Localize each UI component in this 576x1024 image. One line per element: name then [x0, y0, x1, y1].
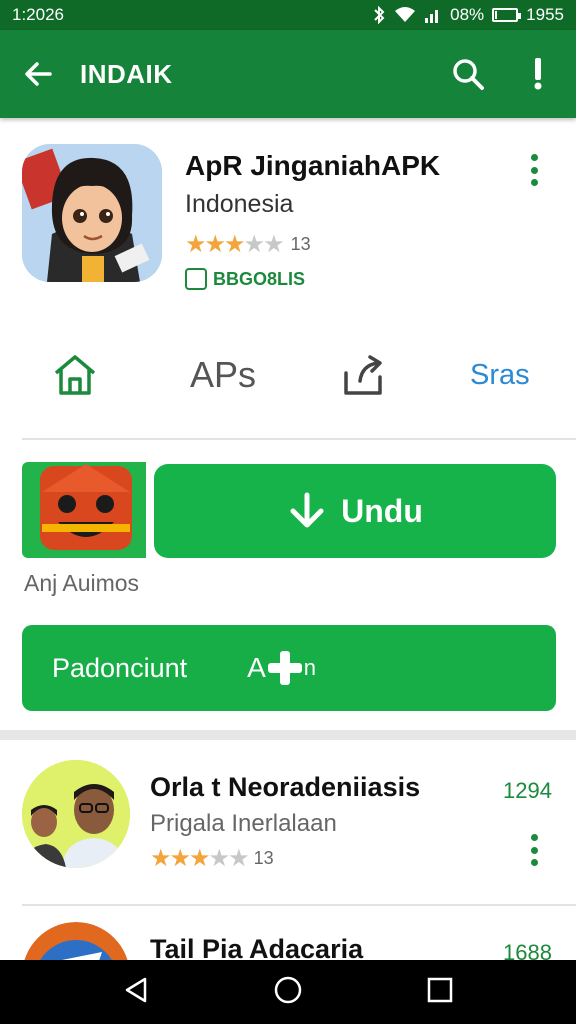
- avatar: [22, 922, 130, 960]
- apps-action[interactable]: APs: [190, 350, 256, 400]
- actions-row: APs Sras: [0, 332, 576, 422]
- more-dot: [530, 859, 538, 866]
- status-icons: 08% 1955: [372, 5, 564, 25]
- wifi-icon: [395, 7, 416, 22]
- status-right-text: 1955: [526, 5, 564, 24]
- star-filled-icon: ★: [169, 845, 191, 872]
- app-developer: Indonesia: [185, 190, 294, 218]
- avatar: [22, 760, 130, 868]
- divider: [22, 438, 576, 440]
- nav-home-button[interactable]: [273, 975, 303, 1010]
- battery-level: [495, 11, 497, 19]
- share-icon: [344, 355, 382, 395]
- search-button[interactable]: [446, 52, 490, 96]
- item-subtitle: Prigala Inerlalaan: [150, 810, 337, 837]
- app-icon: [22, 144, 162, 282]
- nav-home-icon: [274, 976, 302, 1003]
- signal-icon: [425, 10, 439, 23]
- section-divider: [0, 730, 576, 740]
- thumb-caption: Anj Auimos: [24, 570, 140, 596]
- avatar-image: [22, 760, 130, 868]
- status-time: 1:2026: [12, 5, 64, 24]
- app-more-button[interactable]: [522, 152, 546, 188]
- app-header: ApR JinganiahAPK Indonesia ★★★★★ 13 BBGO…: [0, 128, 576, 308]
- home-icon: [54, 355, 96, 395]
- star-empty-icon: ★: [263, 231, 284, 258]
- item-title: Tail Pia Adacaria: [150, 934, 364, 960]
- battery-percent: 08%: [450, 5, 485, 24]
- alert-button[interactable]: [516, 52, 560, 96]
- home-action[interactable]: [52, 350, 98, 400]
- game-mascot-image: [40, 464, 132, 550]
- page-title: INDAIK: [80, 58, 173, 89]
- app-badge: BBGO8LIS: [185, 268, 305, 290]
- star-filled-icon: ★: [189, 845, 210, 872]
- star-empty-icon: ★: [228, 845, 249, 872]
- star-filled-icon: ★: [185, 231, 206, 258]
- rating-stars: ★★★★★: [185, 230, 285, 259]
- download-icon: [290, 492, 324, 528]
- back-button[interactable]: [16, 52, 60, 96]
- secondary-add: A n: [247, 649, 316, 687]
- item-count: 1294: [503, 778, 552, 803]
- star-filled-icon: ★: [224, 231, 245, 258]
- avatar-image: [24, 922, 128, 960]
- badge-text: BBGO8LIS: [213, 268, 306, 289]
- nav-recents-icon: [427, 977, 453, 1002]
- list-item[interactable]: Tail Pia Adacaria 1688: [0, 922, 576, 960]
- star-empty-icon: ★: [243, 231, 265, 258]
- item-rating: ★★★★★ 13: [150, 844, 274, 873]
- system-nav-bar: [0, 960, 576, 1024]
- add-icon: [267, 651, 302, 685]
- download-button[interactable]: Undu: [154, 464, 556, 558]
- nav-back-icon: [125, 977, 147, 1002]
- star-filled-icon: ★: [150, 845, 171, 872]
- secondary-button[interactable]: Padonciunt A n: [22, 625, 556, 711]
- divider: [22, 904, 576, 906]
- app-name: ApR JinganiahAPK: [185, 150, 441, 181]
- back-arrow-icon: [25, 62, 52, 86]
- share-action[interactable]: [340, 350, 388, 400]
- download-thumb[interactable]: [22, 462, 146, 558]
- rating-count: 13: [253, 848, 274, 868]
- download-label: Undu: [341, 492, 423, 529]
- star-filled-icon: ★: [204, 231, 226, 258]
- item-title: Orla t Neoradeniiasis: [150, 772, 421, 802]
- list-item[interactable]: Orla t Neoradeniiasis Prigala Inerlalaan…: [0, 760, 576, 900]
- more-dot: [530, 166, 538, 174]
- app-bar: INDAIK: [0, 30, 576, 118]
- battery-icon: [492, 8, 522, 22]
- secondary-label-a: A: [247, 652, 266, 683]
- item-count: 1688: [503, 940, 552, 960]
- status-bar: 1:2026 08% 1955: [0, 0, 576, 30]
- search-icon: [453, 59, 484, 90]
- nav-recents-button[interactable]: [425, 975, 455, 1010]
- more-dot: [530, 846, 538, 854]
- more-dot: [530, 179, 538, 186]
- more-vert-icon: [530, 154, 538, 161]
- item-more-button[interactable]: [522, 832, 546, 868]
- app-rating: ★★★★★ 13: [185, 230, 311, 259]
- more-vert-icon: [530, 834, 538, 841]
- nav-back-button[interactable]: [121, 975, 151, 1010]
- star-empty-icon: ★: [208, 845, 230, 872]
- badge-icon: [185, 268, 207, 290]
- rating-count: 13: [290, 234, 311, 254]
- secondary-label: Padonciunt: [52, 652, 188, 683]
- app-character-image: [22, 144, 162, 282]
- alert-icon: [534, 58, 542, 90]
- sras-action[interactable]: Sras: [470, 350, 530, 400]
- secondary-label-b: n: [303, 655, 317, 680]
- bluetooth-icon: [374, 6, 385, 24]
- rating-stars: ★★★★★: [150, 844, 250, 873]
